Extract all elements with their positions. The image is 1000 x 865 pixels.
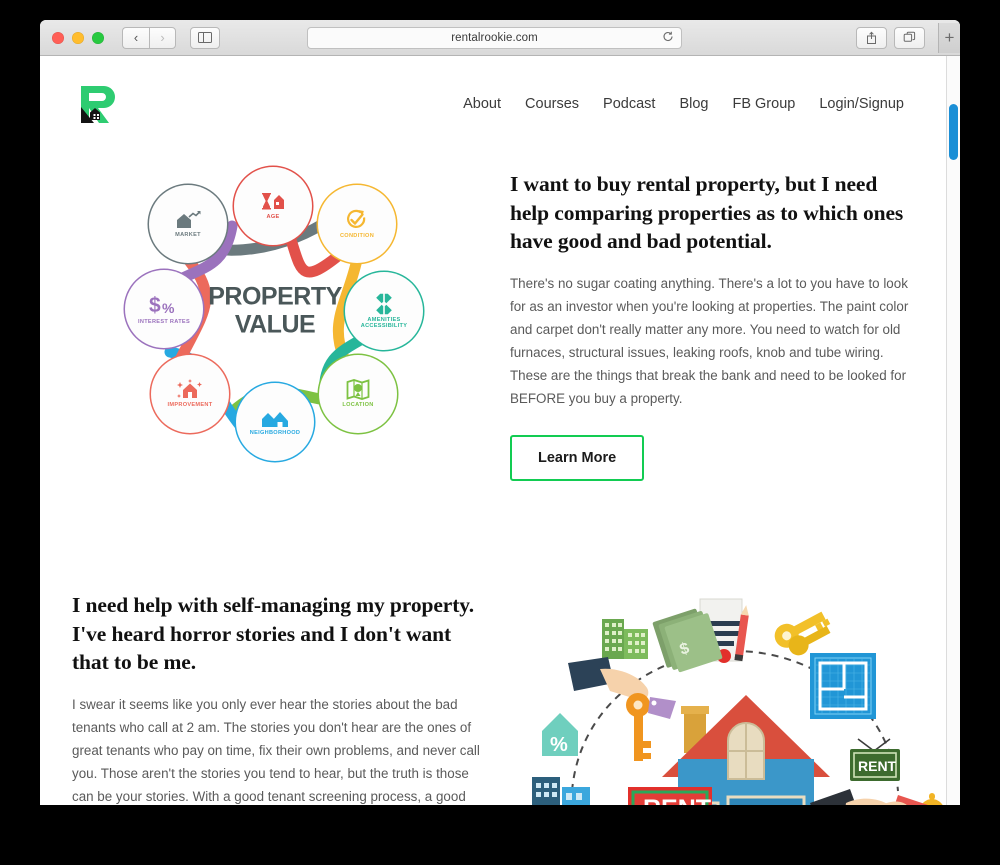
hero-headline-bold: have good and bad potential.: [510, 229, 772, 254]
percent-house-icon: %: [542, 713, 578, 757]
hero-headline: I want to buy rental property, but I nee…: [510, 170, 910, 256]
dollar-percent-icon: $ %: [149, 294, 175, 317]
nav-item-about[interactable]: About: [463, 96, 501, 112]
sidebar-toggle-button[interactable]: [190, 26, 220, 49]
self-managing-illustration-column: % $ RENT RENT: [510, 591, 960, 805]
hourglass-house-icon: [262, 192, 284, 210]
node-label: NEIGHBORHOOD: [249, 429, 301, 436]
section-two-body-text: I swear it seems like you only ever hear…: [72, 696, 480, 805]
rent-hanging-sign-icon: RENT: [850, 738, 900, 782]
infographic-node-amenities[interactable]: AMENITIES ACCESSIBILITY: [345, 272, 423, 350]
url-text: rentalrookie.com: [451, 31, 538, 44]
property-management-illustration: % $ RENT RENT: [532, 598, 943, 805]
page-scrollbar-thumb[interactable]: [949, 104, 958, 160]
infographic-node-neighborhood[interactable]: NEIGHBORHOOD: [236, 383, 314, 461]
node-label: LOCATION: [342, 402, 374, 409]
hero-section: PROPERTY VALUE MARKET AGE CONDITION AMEN…: [40, 132, 960, 482]
browser-window: ‹ › rentalrookie.com + About Courses Pod…: [40, 20, 960, 805]
nav-item-podcast[interactable]: Podcast: [603, 96, 655, 112]
nav-item-fb-group[interactable]: FB Group: [732, 96, 795, 112]
infographic-center-label: PROPERTY VALUE: [200, 282, 350, 339]
infographic-node-location[interactable]: LOCATION: [319, 355, 397, 433]
money-contract-icon: $: [652, 598, 749, 673]
node-label: CONDITION: [339, 232, 375, 239]
svg-text:RENT: RENT: [643, 795, 711, 805]
forward-button[interactable]: ›: [149, 26, 176, 49]
section-two-headline-post: I've heard horror stories and I don't wa…: [72, 621, 452, 675]
hero-illustration-column: PROPERTY VALUE MARKET AGE CONDITION AMEN…: [40, 142, 510, 481]
show-tabs-button[interactable]: [894, 26, 925, 49]
map-pin-icon: [346, 379, 370, 401]
self-managing-text-column: I need help with self-managing my proper…: [40, 591, 510, 805]
rental-rookie-logo-icon: [81, 86, 115, 123]
section-two-headline-pre: I need help with: [72, 593, 224, 618]
navigation-buttons: ‹ ›: [122, 26, 176, 49]
forward-icon: ›: [160, 30, 165, 45]
infographic-node-market[interactable]: MARKET: [149, 185, 227, 263]
property-value-infographic: PROPERTY VALUE MARKET AGE CONDITION AMEN…: [110, 146, 440, 476]
houses-icon: [262, 411, 288, 427]
back-button[interactable]: ‹: [122, 26, 149, 49]
page-viewport: ▸▸ About Courses Podcast Blog FB: [40, 56, 960, 805]
svg-text:RENT: RENT: [858, 758, 897, 774]
hand-with-keys-icon: [568, 657, 676, 762]
hero-body-text: There's no sugar coating anything. There…: [510, 275, 909, 407]
site-header: About Courses Podcast Blog FB Group Logi…: [40, 56, 960, 132]
infographic-node-improvement[interactable]: IMPROVEMENT: [151, 355, 229, 433]
hero-headline-plain: I want to buy rental property, but I nee…: [510, 172, 904, 225]
arrows-in-icon: [373, 293, 395, 314]
share-icon: [867, 31, 876, 44]
infographic-node-condition[interactable]: CONDITION: [318, 185, 396, 263]
nav-item-blog[interactable]: Blog: [679, 96, 708, 112]
node-label: AGE: [266, 213, 280, 220]
section-two-headline: I need help with self-managing my proper…: [72, 591, 480, 677]
center-line-1: PROPERTY: [208, 282, 342, 311]
self-managing-section: I need help with self-managing my proper…: [40, 481, 960, 805]
tabs-icon: [903, 31, 916, 42]
page-scrollbar-track[interactable]: [946, 56, 960, 805]
new-tab-button[interactable]: +: [938, 22, 960, 53]
rent-sign-icon: RENT: [628, 787, 712, 805]
address-bar[interactable]: rentalrookie.com: [307, 26, 682, 49]
sidebar-icon: [198, 31, 212, 44]
learn-more-button[interactable]: Learn More: [510, 435, 645, 482]
toolbar-right-actions: +: [856, 22, 960, 53]
center-line-2: VALUE: [234, 310, 316, 338]
city-buildings-icon: [532, 777, 590, 805]
window-controls: [52, 31, 104, 44]
close-window-button[interactable]: [52, 31, 64, 44]
svg-text:$: $: [149, 294, 161, 317]
infographic-node-interest-rates[interactable]: $ % INTEREST RATES: [125, 270, 203, 348]
reload-icon-svg: [663, 31, 673, 41]
svg-text:%: %: [162, 300, 175, 316]
house-chart-icon: [177, 210, 201, 228]
browser-toolbar: ‹ › rentalrookie.com +: [40, 20, 960, 56]
hero-text-column: I want to buy rental property, but I nee…: [510, 142, 960, 482]
infographic-node-age[interactable]: AGE: [234, 167, 312, 245]
nav-item-courses[interactable]: Courses: [525, 96, 579, 112]
section-two-headline-bold: self-managing my property.: [223, 593, 475, 618]
maximize-window-button[interactable]: [92, 31, 104, 44]
share-button[interactable]: [856, 26, 887, 49]
node-label: AMENITIES ACCESSIBILITY: [360, 316, 408, 329]
site-logo[interactable]: [78, 82, 122, 126]
main-navigation: About Courses Podcast Blog FB Group Logi…: [463, 96, 922, 112]
nav-item-login-signup[interactable]: Login/Signup: [819, 96, 904, 112]
reload-icon[interactable]: [662, 30, 674, 45]
node-label: MARKET: [175, 231, 201, 238]
office-building-icon: [602, 619, 648, 660]
sparkle-house-icon: [177, 379, 202, 399]
back-icon: ‹: [133, 30, 139, 45]
minimize-window-button[interactable]: [72, 31, 84, 44]
svg-text:%: %: [550, 734, 568, 756]
node-label: INTEREST RATES: [138, 318, 190, 325]
new-tab-label: +: [944, 27, 955, 47]
check-refresh-icon: [347, 209, 366, 228]
node-label: IMPROVEMENT: [167, 402, 213, 409]
handshake-icon: [810, 789, 928, 805]
blueprint-icon: [810, 653, 876, 720]
